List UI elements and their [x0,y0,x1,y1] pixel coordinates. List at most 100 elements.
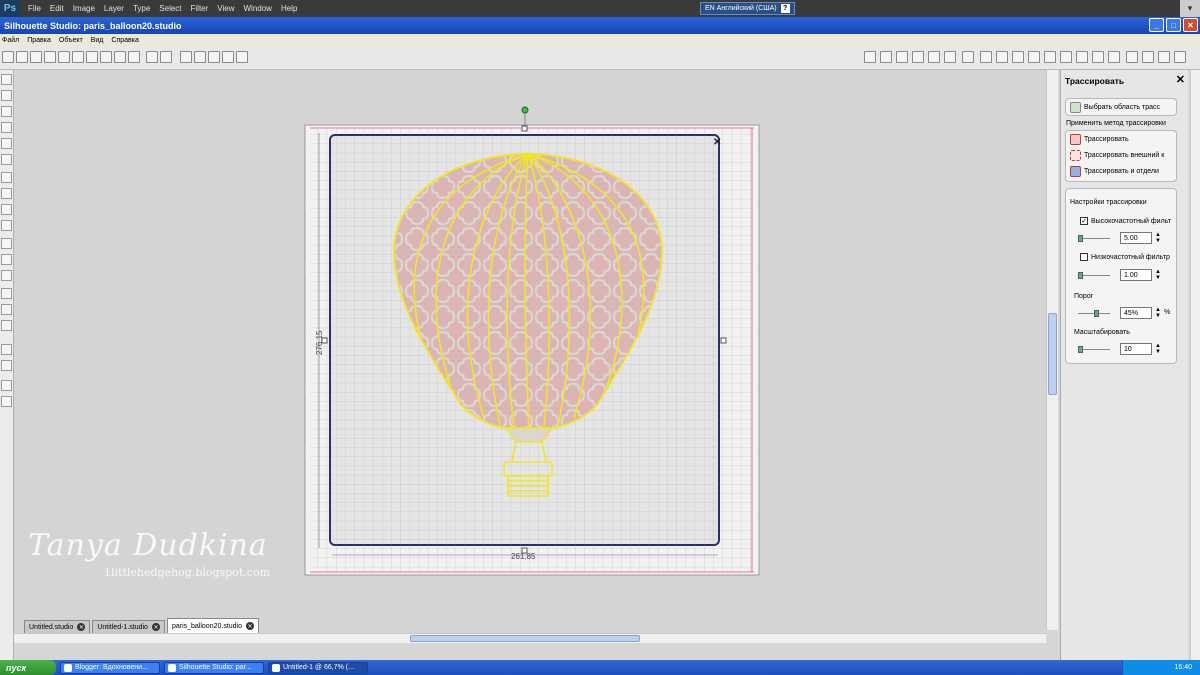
tab-1[interactable]: Untitled-1.studio ✕ [92,620,165,633]
ps-menu-item-layer[interactable]: Layer [104,4,124,13]
high-pass-input[interactable]: 5.00 [1120,232,1152,244]
ps-menu-item-filter[interactable]: Filter [191,4,209,13]
toolbar-button-8[interactable] [114,51,126,63]
language-indicator[interactable]: EN Английский (США) ? [700,2,795,15]
toolbar-right-button-14[interactable] [1092,51,1104,63]
toolbar-button-11[interactable] [160,51,172,63]
menu-item-1[interactable]: Правка [27,37,51,44]
tool-button-18[interactable] [1,380,12,391]
tab-0[interactable]: Untitled.studio ✕ [24,620,91,633]
ps-menu-item-select[interactable]: Select [159,4,181,13]
tool-button-3[interactable] [1,122,12,133]
tool-button-15[interactable] [1,320,12,331]
menu-item-4[interactable]: Справка [111,37,138,44]
low-pass-slider-knob[interactable] [1078,272,1083,279]
scale-slider-knob[interactable] [1078,346,1083,353]
ps-menu-item-edit[interactable]: Edit [50,4,64,13]
close-button[interactable]: ✕ [1183,18,1198,32]
toolbar-button-4[interactable] [58,51,70,63]
vertical-scrollbar[interactable] [1046,70,1058,630]
toolbar-right-button-0[interactable] [864,51,876,63]
trace-and-detach-button[interactable]: Трассировать и отдели [1070,166,1178,177]
toolbar-right-button-18[interactable] [1158,51,1170,63]
panel-scrollbar[interactable] [1190,70,1200,660]
scale-spinner[interactable]: ▲ ▼ [1155,343,1161,355]
low-pass-filter-checkbox[interactable]: Низкочастотный фильтр [1080,253,1176,261]
toolbar-right-button-8[interactable] [996,51,1008,63]
trace-outer-edge-button[interactable]: Трассировать внешний к [1070,150,1178,161]
toolbar-right-button-9[interactable] [1012,51,1024,63]
threshold-slider-knob[interactable] [1094,310,1099,317]
tool-button-16[interactable] [1,344,12,355]
low-pass-check-icon[interactable] [1080,253,1088,261]
taskbar-task-1[interactable]: Silhouette Studio: par... [164,661,264,674]
tool-button-19[interactable] [1,396,12,407]
tab-close-icon[interactable]: ✕ [151,623,160,631]
taskbar-task-0[interactable]: Blogger: Вдохновени... [60,661,160,674]
toolbar-right-button-12[interactable] [1060,51,1072,63]
resize-handle-top[interactable] [521,125,528,132]
toolbar-button-2[interactable] [30,51,42,63]
toolbar-right-button-17[interactable] [1142,51,1154,63]
toolbar-button-6[interactable] [86,51,98,63]
toolbar-button-0[interactable] [2,51,14,63]
tool-button-11[interactable] [1,254,12,265]
tool-button-1[interactable] [1,90,12,101]
tab-2[interactable]: paris_balloon20.studio ✕ [166,618,260,633]
tool-button-0[interactable] [1,74,12,85]
low-pass-slider[interactable] [1078,272,1110,279]
low-pass-spinner[interactable]: ▲ ▼ [1155,269,1161,281]
horizontal-scroll-thumb[interactable] [410,635,640,642]
photoshop-close-icon[interactable]: ▾ [1180,0,1200,17]
toolbar-right-button-10[interactable] [1028,51,1040,63]
tool-button-6[interactable] [1,172,12,183]
maximize-button[interactable]: □ [1166,18,1181,32]
trace-area-close-icon[interactable]: ✕ [713,137,721,148]
tool-button-4[interactable] [1,138,12,149]
tool-button-9[interactable] [1,220,12,231]
tool-button-2[interactable] [1,106,12,117]
scale-input[interactable]: 10 [1120,343,1152,355]
ps-menu-item-window[interactable]: Window [244,4,272,13]
high-pass-check-icon[interactable]: ✓ [1080,217,1088,225]
scale-slider[interactable] [1078,346,1110,353]
menu-item-0[interactable]: Файл [2,37,19,44]
tool-button-14[interactable] [1,304,12,315]
threshold-spinner[interactable]: ▲ ▼ [1155,307,1161,319]
taskbar-task-2[interactable]: Untitled-1 @ 66,7% (... [268,661,368,674]
tab-close-icon[interactable]: ✕ [77,623,86,631]
toolbar-right-button-4[interactable] [928,51,940,63]
tool-button-7[interactable] [1,188,12,199]
minimize-button[interactable]: _ [1149,18,1164,32]
toolbar-right-button-15[interactable] [1108,51,1120,63]
horizontal-scrollbar[interactable] [14,633,1046,643]
tab-close-icon[interactable]: ✕ [246,622,255,630]
rotate-handle[interactable] [521,106,529,114]
toolbar-right-button-5[interactable] [944,51,956,63]
tool-button-8[interactable] [1,204,12,215]
toolbar-right-button-16[interactable] [1126,51,1138,63]
threshold-input[interactable]: 45% [1120,307,1152,319]
toolbar-right-button-3[interactable] [912,51,924,63]
high-pass-filter-checkbox[interactable]: ✓ Высокочастотный фильт [1080,217,1176,225]
toolbar-button-3[interactable] [44,51,56,63]
resize-handle-right[interactable] [720,337,727,344]
toolbar-right-button-11[interactable] [1044,51,1056,63]
toolbar-right-button-7[interactable] [980,51,992,63]
menu-item-3[interactable]: Вид [91,37,104,44]
ps-menu-item-view[interactable]: View [217,4,234,13]
tool-button-12[interactable] [1,270,12,281]
help-icon[interactable]: ? [780,4,790,13]
trace-panel-close-icon[interactable]: ✕ [1176,73,1185,86]
ps-menu-item-image[interactable]: Image [73,4,95,13]
ps-menu-item-help[interactable]: Help [281,4,297,13]
tool-button-17[interactable] [1,360,12,371]
tool-button-5[interactable] [1,154,12,165]
high-pass-spinner[interactable]: ▲ ▼ [1155,232,1161,244]
toolbar-right-button-1[interactable] [880,51,892,63]
start-button[interactable]: пуск [0,660,56,675]
toolbar-button-14[interactable] [208,51,220,63]
toolbar-button-16[interactable] [236,51,248,63]
toolbar-button-15[interactable] [222,51,234,63]
threshold-slider[interactable] [1078,310,1110,317]
